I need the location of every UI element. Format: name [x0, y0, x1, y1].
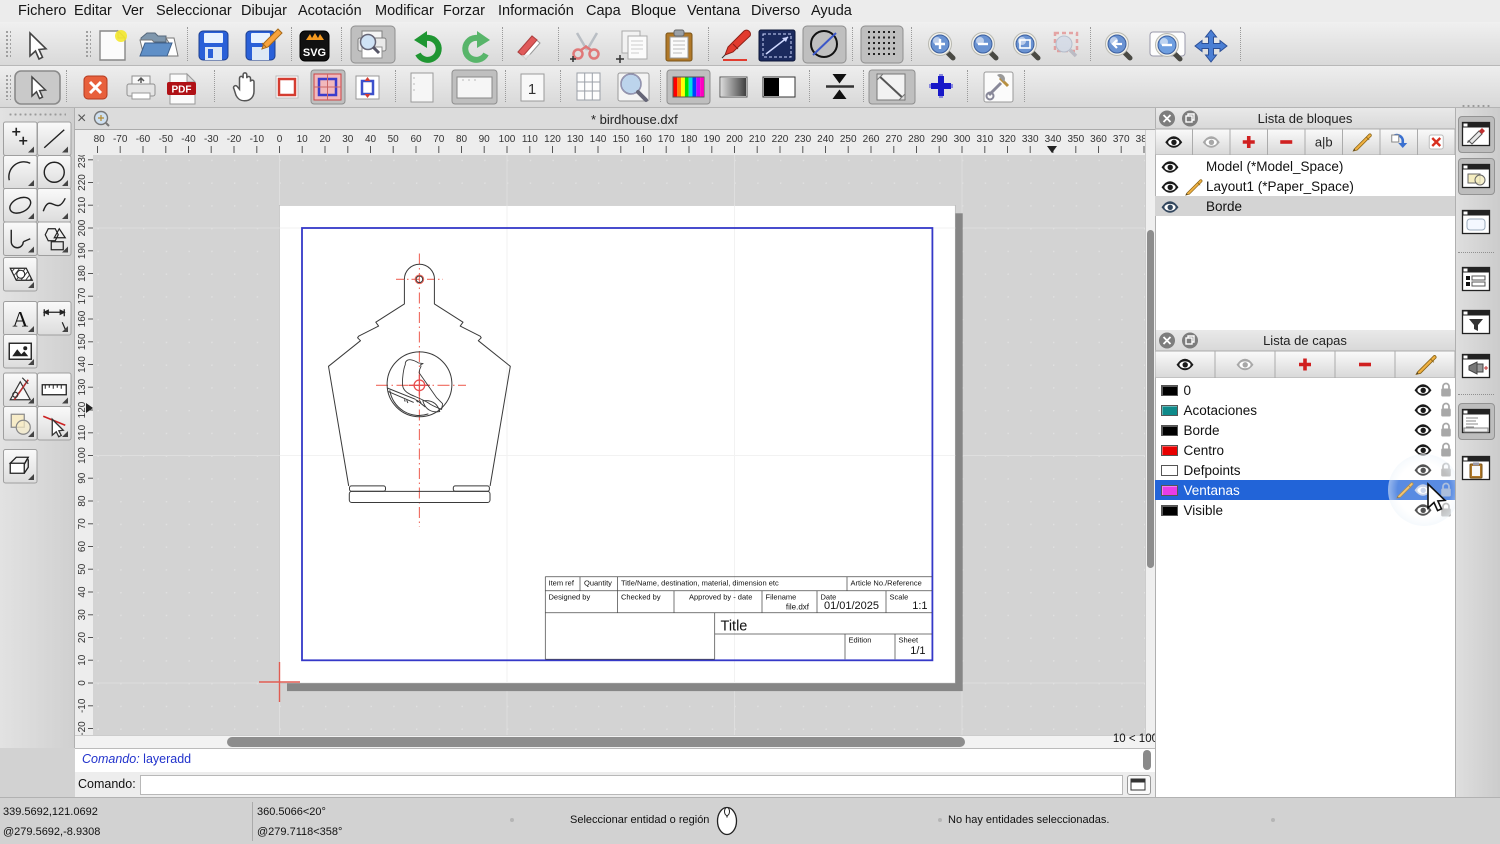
svg-text:Checked by: Checked by [621, 593, 661, 602]
svg-text:-60: -60 [136, 134, 151, 145]
svg-text:360: 360 [1090, 134, 1107, 145]
svg-text:A: A [12, 306, 28, 331]
svg-text:90: 90 [77, 472, 88, 484]
svg-text:-10: -10 [250, 134, 265, 145]
svg-text:1:1: 1:1 [912, 600, 927, 612]
svg-text:280: 280 [908, 134, 925, 145]
svg-text:Title/Name, destination, mater: Title/Name, destination, material, dimen… [621, 579, 779, 588]
svg-text:60: 60 [77, 541, 88, 553]
svg-text:110: 110 [522, 134, 538, 145]
svg-text:file.dxf: file.dxf [786, 603, 810, 612]
svg-text:Filename: Filename [766, 593, 797, 602]
svg-text:140: 140 [590, 134, 607, 145]
svg-text:120: 120 [544, 134, 561, 145]
svg-text:Title: Title [721, 619, 748, 635]
svg-text:340: 340 [1045, 134, 1062, 145]
svg-text:240: 240 [817, 134, 834, 145]
svg-text:310: 310 [976, 134, 993, 145]
svg-text:190: 190 [703, 134, 720, 145]
svg-text:100: 100 [77, 447, 88, 464]
svg-text:200: 200 [726, 134, 743, 145]
svg-text:140: 140 [77, 356, 88, 373]
svg-text:110: 110 [77, 424, 88, 440]
svg-text:180: 180 [681, 134, 698, 145]
svg-text:230: 230 [77, 155, 88, 168]
svg-text:Article No./Reference: Article No./Reference [851, 579, 922, 588]
svg-text:-10: -10 [77, 698, 88, 713]
svg-text:70: 70 [77, 518, 88, 530]
svg-text:PDF: PDF [172, 85, 192, 96]
svg-text:150: 150 [612, 134, 629, 145]
svg-text:Item ref: Item ref [549, 579, 575, 588]
svg-text:01/01/2025: 01/01/2025 [824, 600, 879, 612]
svg-text:-30: -30 [204, 134, 219, 145]
svg-text:220: 220 [772, 134, 789, 145]
svg-text:80: 80 [77, 495, 88, 507]
svg-text:30: 30 [342, 134, 354, 145]
svg-text:-50: -50 [159, 134, 174, 145]
svg-text:40: 40 [77, 586, 88, 598]
svg-text:70: 70 [433, 134, 445, 145]
svg-text:220: 220 [77, 174, 88, 191]
svg-text:210: 210 [77, 196, 88, 213]
svg-text:-80: -80 [93, 134, 105, 145]
svg-text:1: 1 [528, 81, 536, 98]
svg-text:Quantity: Quantity [584, 579, 612, 588]
svg-text:160: 160 [635, 134, 652, 145]
svg-text:60: 60 [410, 134, 422, 145]
svg-text:-20: -20 [77, 721, 88, 735]
svg-text:250: 250 [840, 134, 857, 145]
svg-text:170: 170 [77, 287, 88, 304]
svg-text:210: 210 [749, 134, 766, 145]
svg-text:300: 300 [954, 134, 971, 145]
svg-text:Edition: Edition [849, 636, 872, 645]
svg-text:100: 100 [499, 134, 516, 145]
svg-text:350: 350 [1067, 134, 1084, 145]
svg-text:370: 370 [1113, 134, 1130, 145]
svg-text:80: 80 [456, 134, 468, 145]
svg-text:170: 170 [658, 134, 675, 145]
svg-text:20: 20 [319, 134, 331, 145]
svg-text:290: 290 [931, 134, 948, 145]
svg-text:-20: -20 [227, 134, 242, 145]
svg-text:50: 50 [388, 134, 400, 145]
svg-text:50: 50 [77, 563, 88, 575]
svg-text:150: 150 [77, 333, 88, 350]
svg-text:270: 270 [885, 134, 902, 145]
svg-text:130: 130 [567, 134, 584, 145]
svg-text:Designed by: Designed by [549, 593, 591, 602]
svg-text:200: 200 [77, 219, 88, 236]
svg-text:0: 0 [277, 134, 283, 145]
svg-text:20: 20 [77, 632, 88, 644]
svg-text:330: 330 [1022, 134, 1039, 145]
svg-text:10: 10 [77, 654, 88, 666]
svg-text:30: 30 [77, 609, 88, 621]
svg-text:-70: -70 [113, 134, 128, 145]
svg-text:Approved by - date: Approved by - date [689, 593, 752, 602]
svg-text:Scale: Scale [890, 593, 909, 602]
svg-text:180: 180 [77, 265, 88, 282]
svg-text:Sheet: Sheet [899, 636, 920, 645]
svg-text:90: 90 [479, 134, 491, 145]
svg-text:260: 260 [863, 134, 880, 145]
svg-text:1/1: 1/1 [910, 645, 925, 657]
svg-text:-40: -40 [181, 134, 196, 145]
svg-text:10: 10 [297, 134, 309, 145]
svg-text:40: 40 [365, 134, 377, 145]
svg-text:a|b: a|b [1315, 135, 1333, 150]
svg-text:230: 230 [794, 134, 811, 145]
svg-text:130: 130 [77, 378, 88, 395]
svg-text:190: 190 [77, 242, 88, 259]
svg-text:320: 320 [999, 134, 1016, 145]
svg-text:0: 0 [77, 680, 88, 686]
svg-text:160: 160 [77, 310, 88, 327]
